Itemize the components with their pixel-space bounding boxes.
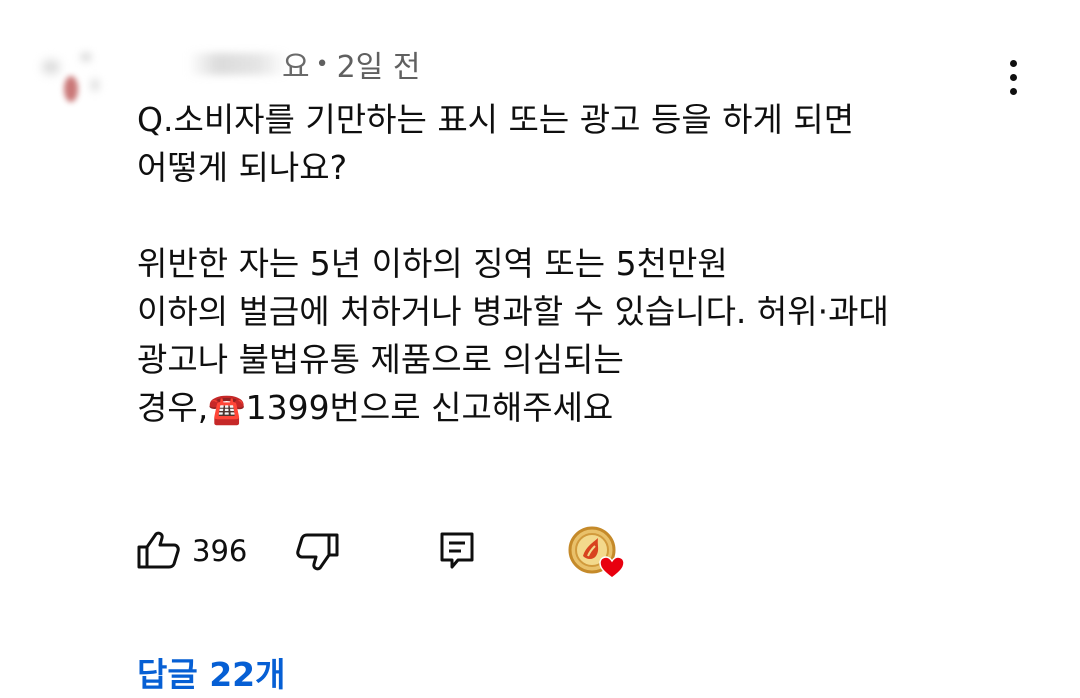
timestamp[interactable]: 2일 전 — [337, 42, 421, 86]
comment-text: Q.소비자를 기만하는 표시 또는 광고 등을 하게 되면 어떻게 되나요? 위… — [137, 96, 1037, 432]
comment-line: 위반한 자는 5년 이하의 징역 또는 5천만원 — [137, 244, 728, 283]
reply-icon[interactable] — [438, 530, 478, 572]
telephone-emoji-icon: ☎️ — [208, 392, 246, 427]
comment-line: 이하의 벌금에 처하거나 병과할 수 있습니다. 허위·과대 — [137, 292, 889, 331]
comment-line: 광고나 불법유통 제품으로 의심되는 — [137, 340, 624, 379]
comment-line-last: 경우,☎️1399번으로 신고해주세요 — [137, 384, 1037, 432]
comment-line-blank — [137, 192, 1037, 240]
comment-line-end: 1399번으로 신고해주세요 — [245, 388, 614, 427]
thumbs-down-icon[interactable] — [294, 532, 340, 572]
author-name-blurred[interactable] — [188, 53, 288, 75]
view-replies-link[interactable]: 답글 22개 — [137, 648, 286, 696]
thumbs-up-icon[interactable] — [136, 530, 182, 570]
comment-line: 어떻게 되나요? — [137, 148, 348, 187]
comment-line: Q.소비자를 기만하는 표시 또는 광고 등을 하게 되면 — [137, 100, 855, 139]
more-options-icon[interactable] — [996, 56, 1032, 100]
comment-header: 요 • 2일 전 — [188, 42, 421, 86]
comment-line-start: 경우, — [137, 388, 209, 427]
like-count: 396 — [192, 534, 248, 568]
creator-heart-icon[interactable] — [568, 526, 628, 580]
comment-thread: 요 • 2일 전 Q.소비자를 기만하는 표시 또는 광고 등을 하게 되면 어… — [0, 0, 1080, 698]
meta-separator: • — [315, 51, 329, 77]
avatar[interactable] — [30, 38, 110, 118]
